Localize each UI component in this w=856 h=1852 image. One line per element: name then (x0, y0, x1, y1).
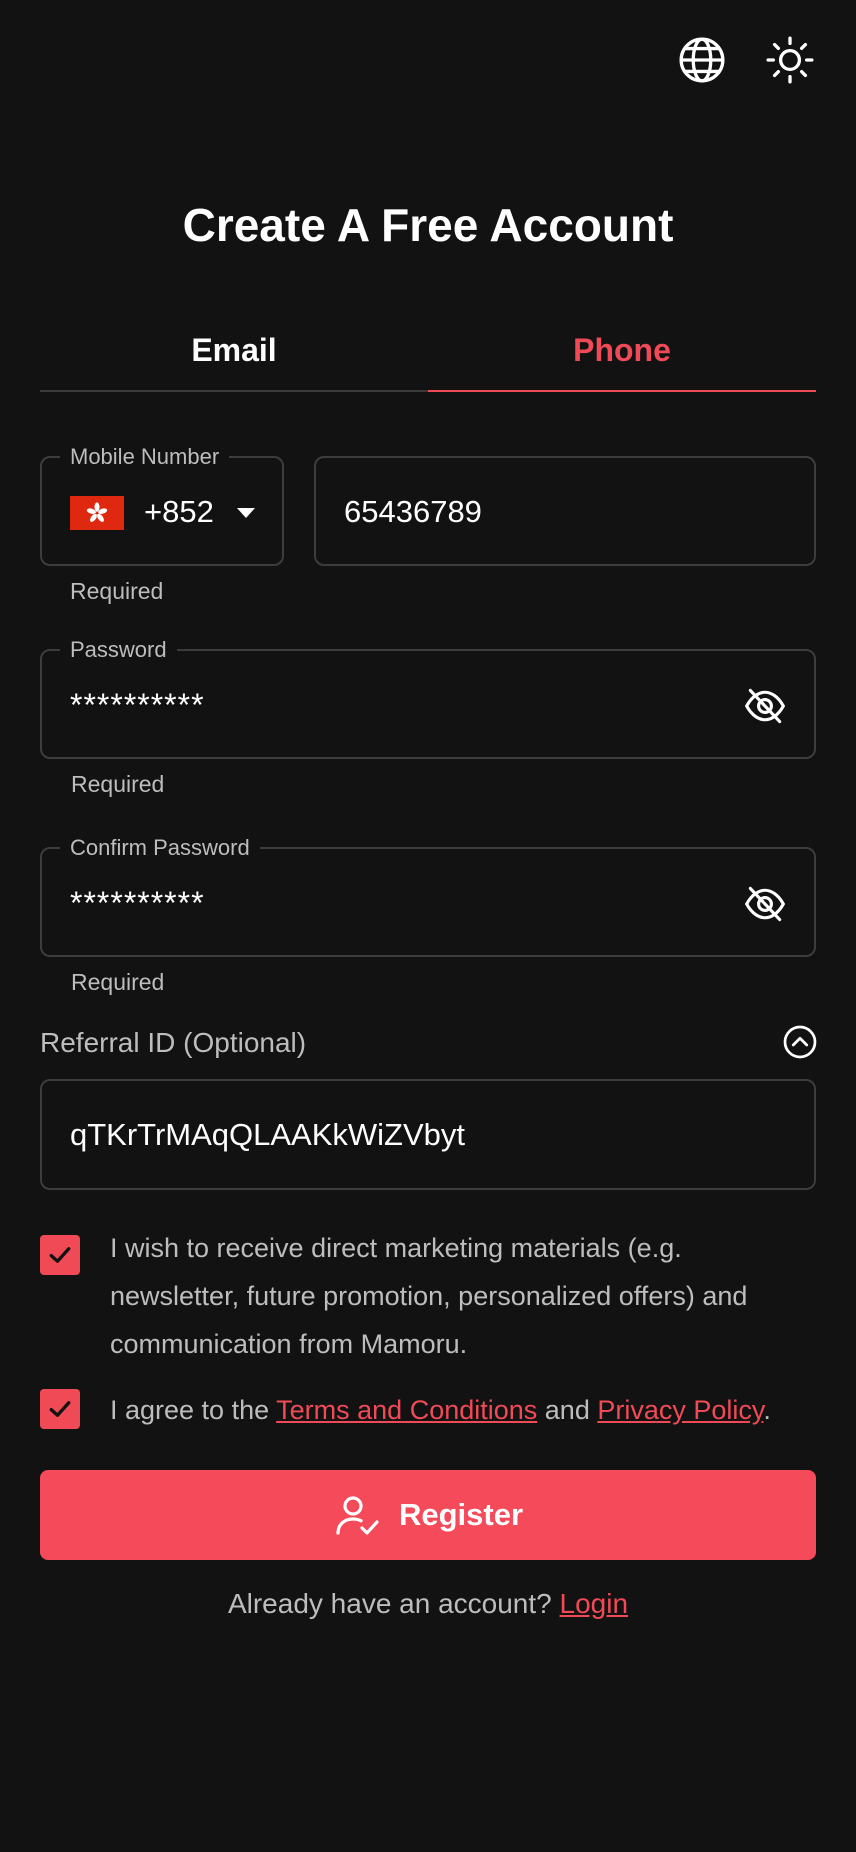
referral-label: Referral ID (Optional) (40, 1027, 307, 1058)
confirm-password-helper-text: Required (71, 969, 165, 995)
password-value: ********** (70, 687, 205, 723)
checkmark-icon (49, 1247, 71, 1263)
terms-and-text: and (537, 1395, 598, 1425)
referral-id-value: qTKrTrMAqQLAAKkWiZVbyt (70, 1117, 466, 1152)
marketing-consent-text: I wish to receive direct marketing mater… (110, 1233, 748, 1359)
caret-down-icon[interactable] (237, 508, 255, 518)
tab-email[interactable]: Email (40, 310, 428, 392)
user-check-icon (336, 1496, 379, 1535)
terms-and-conditions-link[interactable]: Terms and Conditions (276, 1395, 537, 1425)
hong-kong-flag-icon (70, 496, 124, 530)
register-button[interactable]: Register (40, 1470, 816, 1560)
eye-off-icon (744, 886, 786, 922)
confirm-password-value: ********** (70, 885, 205, 921)
checkmark-icon (49, 1401, 71, 1417)
eye-off-icon (744, 688, 786, 724)
referral-collapse-button[interactable] (782, 1024, 818, 1060)
login-prompt: Already have an account? Login (0, 1588, 856, 1620)
dial-code: +852 (144, 494, 214, 529)
terms-prefix: I agree to the (110, 1395, 277, 1425)
tab-phone[interactable]: Phone (428, 310, 816, 392)
password-label: Password (60, 637, 177, 663)
privacy-policy-link[interactable]: Privacy Policy (597, 1395, 763, 1425)
mobile-helper-text: Required (70, 578, 164, 604)
terms-consent-text: I agree to the Terms and Conditions and … (110, 1386, 830, 1434)
phone-number-value: 65436789 (344, 494, 482, 529)
marketing-consent-checkbox[interactable] (40, 1235, 80, 1275)
theme-toggle-button[interactable] (764, 34, 816, 86)
phone-number-input[interactable]: 65436789 (314, 456, 816, 566)
language-button[interactable] (676, 34, 728, 86)
register-label: Register (398, 1497, 524, 1532)
terms-consent-checkbox[interactable] (40, 1389, 80, 1429)
mobile-number-label: Mobile Number (60, 444, 230, 470)
confirm-password-label: Confirm Password (60, 835, 260, 861)
country-code-select[interactable]: Mobile Number +852 (40, 444, 284, 566)
globe-icon (679, 37, 725, 83)
terms-suffix: . (763, 1395, 771, 1425)
password-input[interactable]: Password ********** (40, 637, 816, 759)
password-helper-text: Required (71, 771, 165, 797)
toggle-confirm-password-visibility[interactable] (742, 881, 788, 927)
sun-icon (766, 36, 814, 84)
page-title: Create A Free Account (182, 199, 674, 251)
toggle-password-visibility[interactable] (742, 683, 788, 729)
referral-id-input[interactable]: qTKrTrMAqQLAAKkWiZVbyt (40, 1079, 816, 1190)
confirm-password-input[interactable]: Confirm Password ********** (40, 835, 816, 957)
login-link[interactable]: Login (560, 1588, 629, 1619)
login-prompt-text: Already have an account? (227, 1588, 560, 1619)
chevron-up-circle-icon (783, 1025, 817, 1059)
